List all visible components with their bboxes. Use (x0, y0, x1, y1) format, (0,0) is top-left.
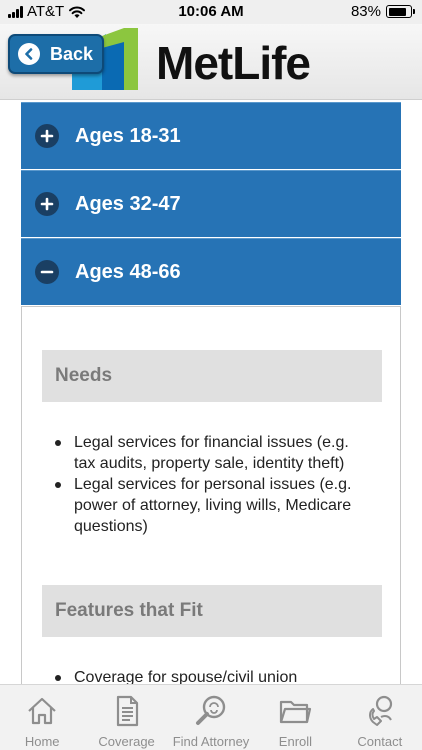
list-item: Legal services for personal issues (e.g.… (55, 474, 374, 537)
contact-icon (368, 695, 392, 726)
tab-label: Enroll (278, 734, 313, 749)
needs-heading: Needs (42, 350, 382, 402)
back-label: Back (50, 43, 94, 64)
tab-contact[interactable]: Contact (338, 685, 422, 750)
tab-coverage[interactable]: Coverage (84, 685, 168, 750)
needs-list: Legal services for financial issues (e.g… (55, 432, 374, 537)
tab-home[interactable]: Home (0, 685, 84, 750)
plus-icon (35, 192, 59, 216)
tab-label: Contact (357, 734, 403, 749)
folder-icon (280, 700, 312, 724)
accordion-label: Ages 18-31 (75, 124, 181, 147)
battery-percent: 83% (350, 3, 381, 20)
status-bar: AT&T 10:06 AM 83% (0, 0, 422, 24)
search-icon (196, 695, 226, 725)
accordion-label: Ages 32-47 (75, 192, 181, 215)
chevron-left-icon (18, 43, 40, 65)
status-right: 83% (350, 3, 415, 20)
list-item: Legal services for financial issues (e.g… (55, 432, 374, 474)
list-item: Coverage for spouse/civil union (55, 667, 374, 684)
features-list: Coverage for spouse/civil union (55, 667, 374, 684)
document-icon (116, 695, 138, 727)
features-heading: Features that Fit (42, 585, 382, 637)
battery-fill (388, 7, 406, 16)
home-icon (28, 697, 56, 725)
main-content: Ages 18-31 Ages 32-47 Ages 48-66 Needs L… (0, 100, 422, 684)
tab-label: Coverage (98, 734, 155, 749)
accordion-item-ages-18-31[interactable]: Ages 18-31 (21, 102, 401, 169)
tab-bar: Home Coverage Find Attorney Enroll Conta… (0, 684, 422, 750)
metlife-logo-text: MetLife (156, 37, 311, 89)
app-header: MetLife Back (0, 24, 422, 100)
accordion-panel-ages-48-66: Needs Legal services for financial issue… (21, 306, 401, 684)
battery-icon (386, 5, 415, 18)
tab-label: Home (24, 734, 60, 749)
tab-enroll[interactable]: Enroll (253, 685, 337, 750)
tab-label: Find Attorney (172, 734, 250, 749)
plus-icon (35, 124, 59, 148)
back-button[interactable]: Back (8, 34, 104, 74)
accordion-item-ages-32-47[interactable]: Ages 32-47 (21, 170, 401, 237)
tab-find-attorney[interactable]: Find Attorney (169, 685, 253, 750)
minus-icon (35, 260, 59, 284)
accordion-label: Ages 48-66 (75, 260, 181, 283)
accordion-item-ages-48-66[interactable]: Ages 48-66 (21, 238, 401, 305)
